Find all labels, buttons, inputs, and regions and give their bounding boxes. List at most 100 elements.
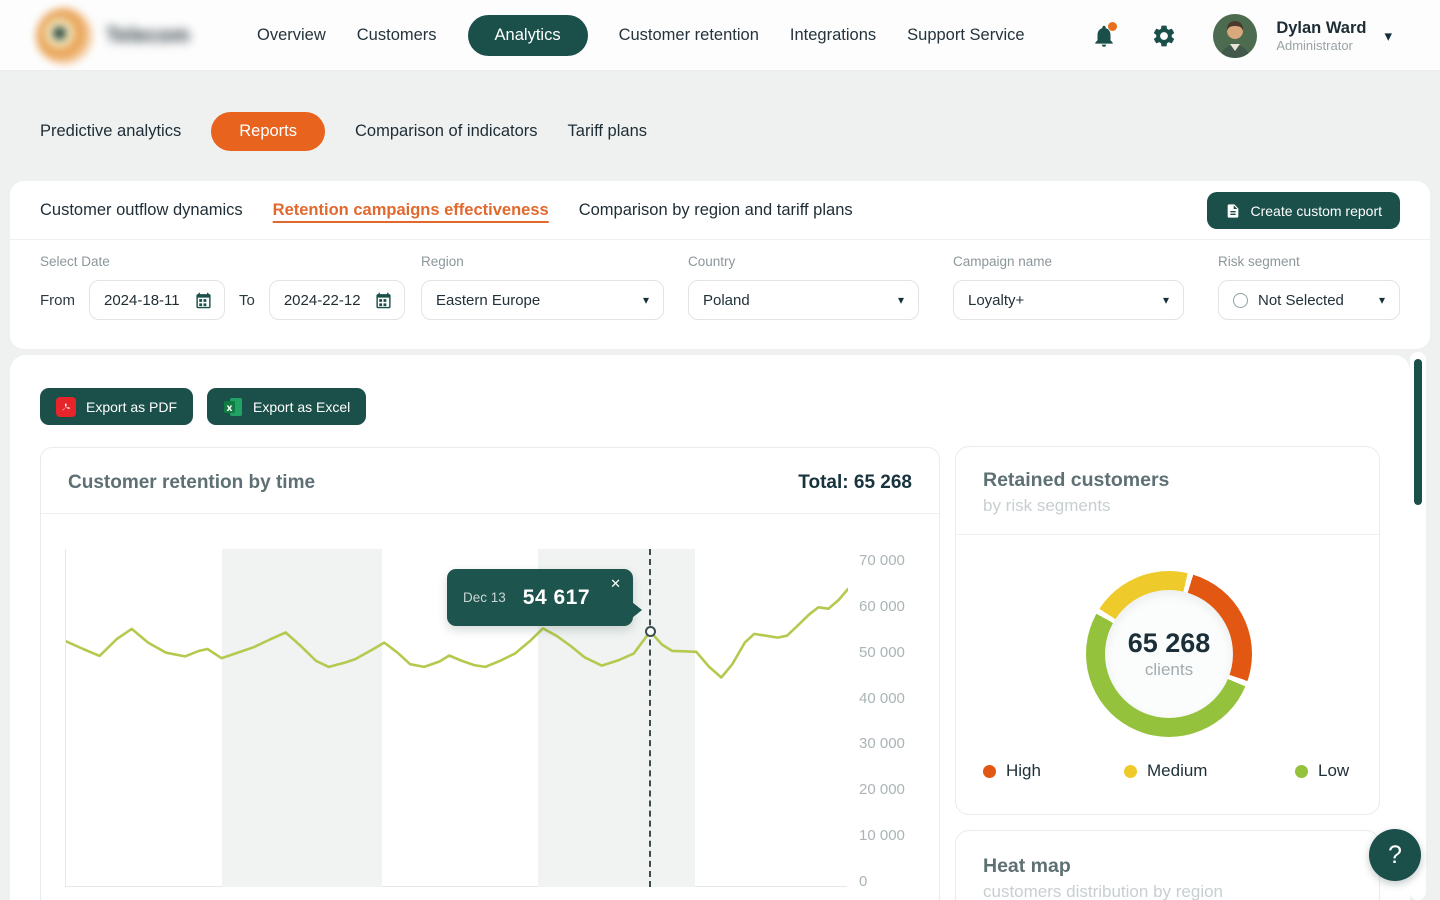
line-chart-title: Customer retention by time bbox=[68, 472, 315, 494]
document-icon bbox=[1225, 203, 1241, 219]
page-scrollbar-track[interactable] bbox=[1410, 352, 1426, 900]
gear-icon bbox=[1151, 23, 1177, 49]
y-axis-tick: 20 000 bbox=[859, 781, 905, 798]
export-excel-button[interactable]: x Export as Excel bbox=[207, 388, 366, 425]
chevron-down-icon: ▾ bbox=[898, 293, 904, 307]
tab-predictive-analytics[interactable]: Predictive analytics bbox=[40, 122, 181, 141]
date-from-value: 2024-18-11 bbox=[104, 292, 180, 309]
user-name: Dylan Ward bbox=[1276, 18, 1366, 38]
tooltip-value: 54 617 bbox=[523, 586, 590, 610]
analytics-section-tabs: Predictive analytics Reports Comparison … bbox=[40, 112, 647, 151]
navbar-actions: Dylan Ward Administrator ▾ bbox=[1091, 0, 1440, 71]
subtab-retention-campaigns-effectiveness[interactable]: Retention campaigns effectiveness bbox=[273, 201, 549, 220]
report-subtabs: Customer outflow dynamics Retention camp… bbox=[10, 181, 1430, 240]
date-to-input[interactable]: 2024-22-12 bbox=[269, 280, 405, 320]
y-axis-tick: 0 bbox=[859, 873, 867, 890]
user-menu-chevron-down-icon[interactable]: ▾ bbox=[1384, 27, 1392, 45]
user-role: Administrator bbox=[1276, 38, 1366, 54]
main-nav: Overview Customers Analytics Customer re… bbox=[257, 0, 1025, 71]
chart-marker-dot bbox=[645, 626, 656, 637]
retention-by-time-card: Customer retention by time Total: 65 268… bbox=[40, 447, 940, 900]
country-select-value: Poland bbox=[703, 292, 898, 309]
subtab-comparison-by-region[interactable]: Comparison by region and tariff plans bbox=[579, 201, 853, 220]
subtab-customer-outflow-dynamics[interactable]: Customer outflow dynamics bbox=[40, 201, 243, 220]
brand-logo-icon bbox=[36, 8, 92, 64]
y-axis-tick: 10 000 bbox=[859, 827, 905, 844]
help-button[interactable]: ? bbox=[1369, 829, 1421, 881]
pdf-file-icon bbox=[56, 397, 76, 417]
line-chart-total: Total: 65 268 bbox=[798, 472, 912, 494]
filter-region: Region Eastern Europe ▾ bbox=[421, 254, 664, 320]
legend-dot-high bbox=[983, 765, 996, 778]
chevron-down-icon: ▾ bbox=[1163, 293, 1169, 307]
legend-dot-medium bbox=[1124, 765, 1137, 778]
risk-select-value: Not Selected bbox=[1258, 292, 1379, 309]
donut-center: 65 268 clients bbox=[1105, 590, 1233, 718]
legend-label-high: High bbox=[1006, 761, 1041, 781]
filter-country-label: Country bbox=[688, 254, 919, 269]
tab-comparison-of-indicators[interactable]: Comparison of indicators bbox=[355, 122, 538, 141]
create-custom-report-button[interactable]: Create custom report bbox=[1207, 192, 1401, 229]
chevron-down-icon: ▾ bbox=[643, 293, 649, 307]
region-select[interactable]: Eastern Europe ▾ bbox=[421, 280, 664, 320]
tab-reports[interactable]: Reports bbox=[211, 112, 325, 151]
excel-file-icon: x bbox=[223, 397, 243, 417]
report-content-card: Export as PDF x Export as Excel Customer… bbox=[10, 355, 1410, 900]
campaign-select-value: Loyalty+ bbox=[968, 292, 1163, 309]
heatmap-subtitle: customers distribution by region bbox=[983, 882, 1352, 900]
filters-row: Select Date From 2024-18-11 To 2024-22-1… bbox=[10, 240, 1430, 348]
y-axis-tick: 40 000 bbox=[859, 690, 905, 707]
page-scrollbar-thumb[interactable] bbox=[1414, 359, 1422, 505]
notification-dot bbox=[1108, 22, 1117, 31]
y-axis-tick: 30 000 bbox=[859, 735, 905, 752]
nav-item-integrations[interactable]: Integrations bbox=[790, 26, 876, 45]
export-pdf-label: Export as PDF bbox=[86, 399, 177, 415]
svg-text:x: x bbox=[226, 403, 232, 414]
filter-date: Select Date From 2024-18-11 To 2024-22-1… bbox=[40, 254, 405, 320]
date-from-label: From bbox=[40, 292, 75, 309]
settings-button[interactable] bbox=[1151, 23, 1177, 49]
nav-item-customer-retention[interactable]: Customer retention bbox=[619, 26, 759, 45]
risk-donut-chart: 65 268 clients bbox=[1086, 571, 1252, 737]
user-info[interactable]: Dylan Ward Administrator bbox=[1276, 18, 1366, 54]
date-to-label: To bbox=[239, 292, 255, 309]
heatmap-title: Heat map bbox=[983, 855, 1352, 878]
tab-tariff-plans[interactable]: Tariff plans bbox=[568, 122, 648, 141]
export-pdf-button[interactable]: Export as PDF bbox=[40, 388, 193, 425]
page: Telecom Overview Customers Analytics Cus… bbox=[0, 0, 1440, 900]
user-avatar[interactable] bbox=[1213, 14, 1257, 58]
donut-title: Retained customers bbox=[983, 469, 1352, 492]
legend-dot-low bbox=[1295, 765, 1308, 778]
navbar: Telecom Overview Customers Analytics Cus… bbox=[0, 0, 1440, 71]
nav-item-support-service[interactable]: Support Service bbox=[907, 26, 1024, 45]
heat-map-card: Heat map customers distribution by regio… bbox=[955, 830, 1380, 900]
donut-subtitle: by risk segments bbox=[983, 496, 1352, 516]
date-from-input[interactable]: 2024-18-11 bbox=[89, 280, 225, 320]
date-to-value: 2024-22-12 bbox=[284, 292, 361, 309]
filter-campaign: Campaign name Loyalty+ ▾ bbox=[953, 254, 1184, 320]
tooltip-date: Dec 13 bbox=[463, 590, 506, 605]
notifications-button[interactable] bbox=[1091, 23, 1117, 49]
calendar-icon[interactable] bbox=[375, 292, 392, 309]
filter-date-label: Select Date bbox=[40, 254, 405, 269]
calendar-icon[interactable] bbox=[195, 292, 212, 309]
risk-segment-select[interactable]: Not Selected ▾ bbox=[1218, 280, 1400, 320]
filter-campaign-label: Campaign name bbox=[953, 254, 1184, 269]
legend-item-high: High bbox=[983, 761, 1041, 781]
country-select[interactable]: Poland ▾ bbox=[688, 280, 919, 320]
tooltip-close-icon[interactable]: ✕ bbox=[610, 576, 621, 592]
y-axis: 70 00060 00050 00040 00030 00020 00010 0… bbox=[859, 549, 939, 887]
y-axis-tick: 70 000 bbox=[859, 552, 905, 569]
export-excel-label: Export as Excel bbox=[253, 399, 350, 415]
nav-item-analytics[interactable]: Analytics bbox=[468, 15, 588, 56]
nav-item-overview[interactable]: Overview bbox=[257, 26, 326, 45]
avatar-photo bbox=[1213, 14, 1257, 58]
nav-item-customers[interactable]: Customers bbox=[357, 26, 437, 45]
campaign-select[interactable]: Loyalty+ ▾ bbox=[953, 280, 1184, 320]
create-custom-report-label: Create custom report bbox=[1251, 203, 1383, 219]
brand-name: Telecom bbox=[106, 24, 190, 48]
donut-center-label: clients bbox=[1145, 660, 1193, 680]
filter-region-label: Region bbox=[421, 254, 664, 269]
filter-risk-segment: Risk segment Not Selected ▾ bbox=[1218, 254, 1400, 320]
region-select-value: Eastern Europe bbox=[436, 292, 643, 309]
